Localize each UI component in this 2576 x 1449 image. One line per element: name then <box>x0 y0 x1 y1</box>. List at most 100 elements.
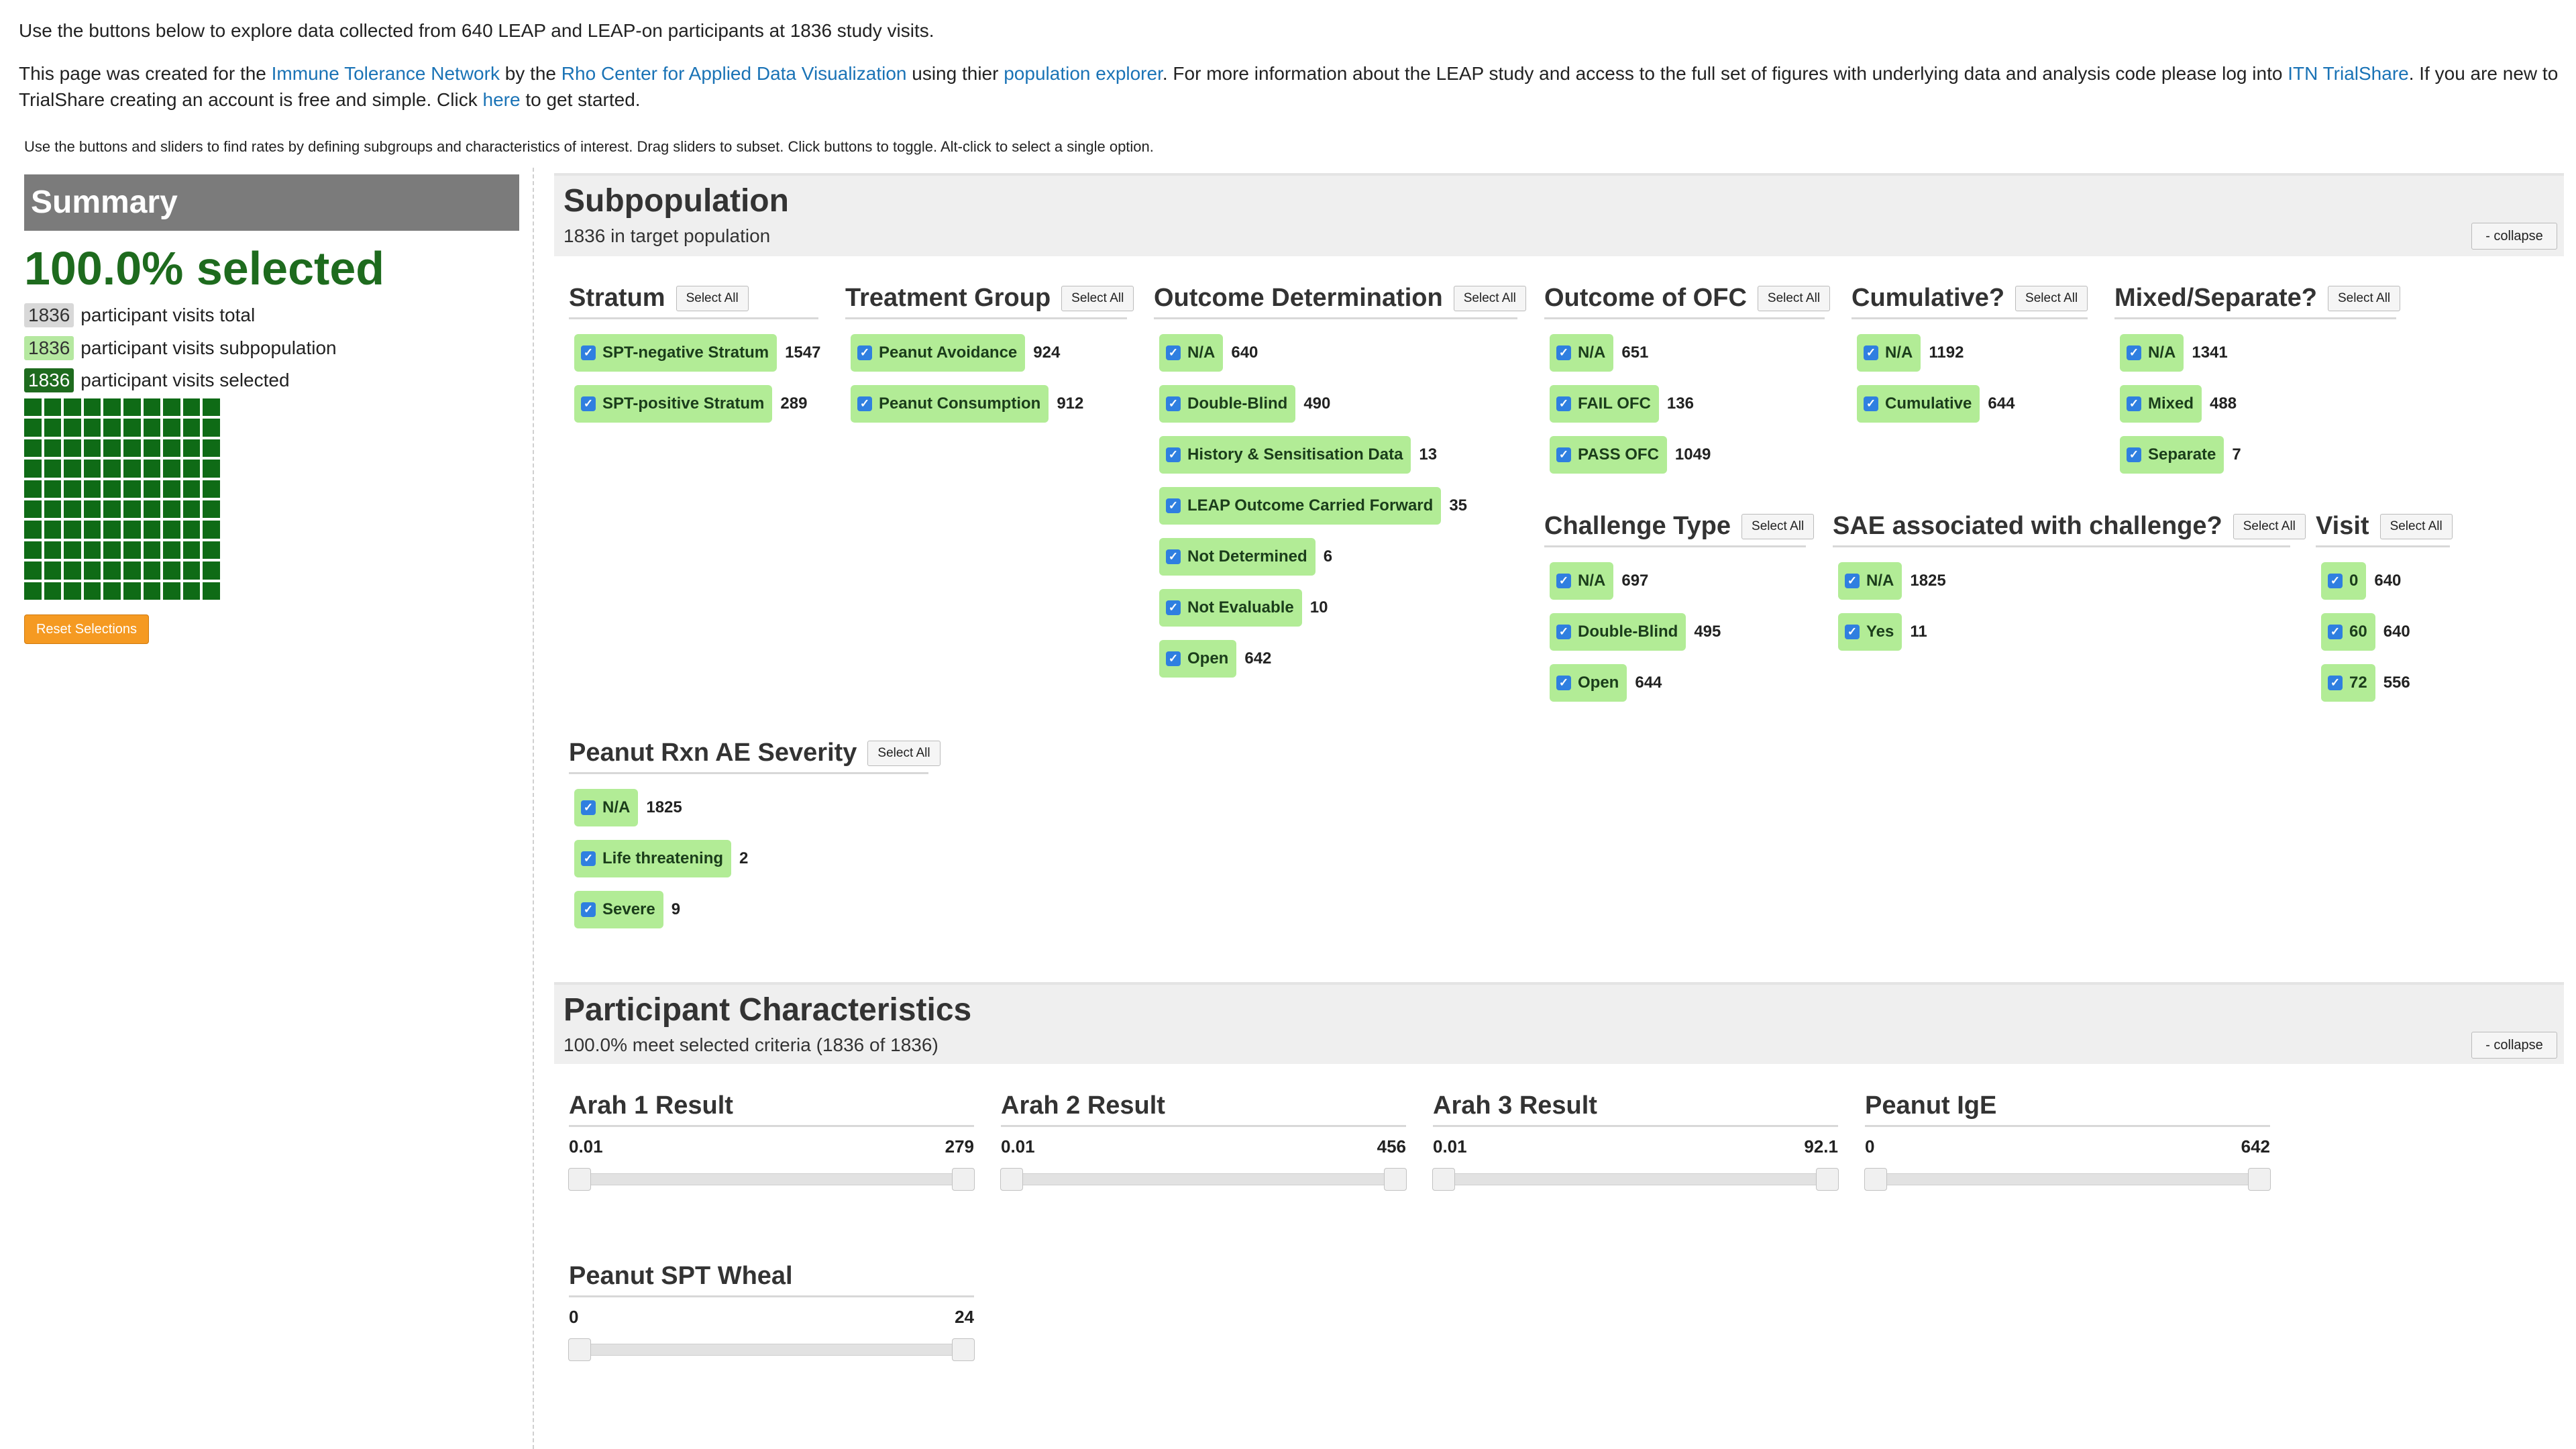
slider-max-value: 279 <box>945 1136 974 1157</box>
select-all-button[interactable]: Select All <box>2379 513 2453 539</box>
checkbox-checked-icon[interactable]: ✓ <box>581 396 596 411</box>
checkbox-checked-icon[interactable]: ✓ <box>1864 396 1878 411</box>
option-toggle-not-determined[interactable]: ✓ Not Determined <box>1159 538 1316 576</box>
checkbox-checked-icon[interactable]: ✓ <box>2127 396 2141 411</box>
select-all-button[interactable]: Select All <box>2015 285 2088 311</box>
option-toggle-n-a[interactable]: ✓ N/A <box>1838 562 1902 600</box>
option-toggle-peanut-avoidance[interactable]: ✓ Peanut Avoidance <box>851 334 1026 372</box>
select-all-button[interactable]: Select All <box>1453 285 1526 311</box>
option-toggle-peanut-consumption[interactable]: ✓ Peanut Consumption <box>851 385 1049 423</box>
waffle-cell <box>123 582 141 600</box>
select-all-button[interactable]: Select All <box>2328 285 2401 311</box>
option-toggle-open[interactable]: ✓ Open <box>1550 664 1627 702</box>
option-toggle-fail-ofc[interactable]: ✓ FAIL OFC <box>1550 385 1659 423</box>
option-toggle-spt-positive-stratum[interactable]: ✓ SPT-positive Stratum <box>574 385 773 423</box>
option-toggle-cumulative[interactable]: ✓ Cumulative <box>1857 385 1980 423</box>
select-all-button[interactable]: Select All <box>1061 285 1134 311</box>
option-toggle-n-a[interactable]: ✓ N/A <box>1857 334 1921 372</box>
subpopulation-collapse-button[interactable]: - collapse <box>2471 223 2557 250</box>
option-label: PASS OFC <box>1578 445 1659 464</box>
checkbox-checked-icon[interactable]: ✓ <box>581 800 596 815</box>
total-label: participant visits total <box>80 305 256 325</box>
slider-max-handle[interactable] <box>952 1168 975 1191</box>
option-toggle-life-threatening[interactable]: ✓ Life threatening <box>574 840 732 877</box>
checkbox-checked-icon[interactable]: ✓ <box>2127 345 2141 360</box>
link-population-explorer[interactable]: population explorer <box>1004 63 1163 84</box>
checkbox-checked-icon[interactable]: ✓ <box>1845 574 1860 588</box>
option-label: Open <box>1578 674 1619 692</box>
link-rho-center[interactable]: Rho Center for Applied Data Visualizatio… <box>561 63 907 84</box>
link-here[interactable]: here <box>483 89 521 110</box>
select-all-button[interactable]: Select All <box>2233 513 2306 539</box>
select-all-button[interactable]: Select All <box>1741 513 1815 539</box>
option-toggle-yes[interactable]: ✓ Yes <box>1838 613 1902 651</box>
slider-track[interactable] <box>568 1168 975 1191</box>
option-toggle-separate[interactable]: ✓ Separate <box>2120 436 2224 474</box>
slider-track[interactable] <box>568 1338 975 1361</box>
checkbox-checked-icon[interactable]: ✓ <box>581 345 596 360</box>
slider-max-handle[interactable] <box>1384 1168 1407 1191</box>
slider-track[interactable] <box>1000 1168 1407 1191</box>
checkbox-checked-icon[interactable]: ✓ <box>1166 651 1181 666</box>
option-toggle-mixed[interactable]: ✓ Mixed <box>2120 385 2202 423</box>
select-all-button[interactable]: Select All <box>676 285 749 311</box>
checkbox-checked-icon[interactable]: ✓ <box>2328 574 2343 588</box>
checkbox-checked-icon[interactable]: ✓ <box>1166 549 1181 564</box>
option-toggle-n-a[interactable]: ✓ N/A <box>1159 334 1224 372</box>
checkbox-checked-icon[interactable]: ✓ <box>1864 345 1878 360</box>
slider-max-handle[interactable] <box>952 1338 975 1361</box>
slider-track[interactable] <box>1864 1168 2271 1191</box>
checkbox-checked-icon[interactable]: ✓ <box>857 345 872 360</box>
option-toggle-n-a[interactable]: ✓ N/A <box>1550 562 1614 600</box>
slider-min-handle[interactable] <box>568 1338 591 1361</box>
slider-min-handle[interactable] <box>1864 1168 1887 1191</box>
slider-max-handle[interactable] <box>2248 1168 2271 1191</box>
option-toggle-double-blind[interactable]: ✓ Double-Blind <box>1159 385 1296 423</box>
checkbox-checked-icon[interactable]: ✓ <box>581 902 596 917</box>
option-toggle-n-a[interactable]: ✓ N/A <box>2120 334 2184 372</box>
option-toggle-leap-outcome-carried-forward[interactable]: ✓ LEAP Outcome Carried Forward <box>1159 487 1442 525</box>
link-immune-tolerance-network[interactable]: Immune Tolerance Network <box>272 63 500 84</box>
checkbox-checked-icon[interactable]: ✓ <box>1166 345 1181 360</box>
option-toggle-n-a[interactable]: ✓ N/A <box>574 789 639 826</box>
checkbox-checked-icon[interactable]: ✓ <box>857 396 872 411</box>
option-toggle-history-sensitisation-data[interactable]: ✓ History & Sensitisation Data <box>1159 436 1411 474</box>
characteristics-collapse-button[interactable]: - collapse <box>2471 1032 2557 1059</box>
checkbox-checked-icon[interactable]: ✓ <box>1556 396 1571 411</box>
option-toggle-double-blind[interactable]: ✓ Double-Blind <box>1550 613 1686 651</box>
checkbox-checked-icon[interactable]: ✓ <box>581 851 596 866</box>
option-toggle-open[interactable]: ✓ Open <box>1159 640 1237 678</box>
option-toggle-n-a[interactable]: ✓ N/A <box>1550 334 1614 372</box>
checkbox-checked-icon[interactable]: ✓ <box>1556 676 1571 690</box>
select-all-button[interactable]: Select All <box>1757 285 1831 311</box>
option-toggle-severe[interactable]: ✓ Severe <box>574 891 663 928</box>
slider-max-handle[interactable] <box>1816 1168 1839 1191</box>
checkbox-checked-icon[interactable]: ✓ <box>1845 625 1860 639</box>
checkbox-checked-icon[interactable]: ✓ <box>2328 676 2343 690</box>
checkbox-checked-icon[interactable]: ✓ <box>2127 447 2141 462</box>
checkbox-checked-icon[interactable]: ✓ <box>1556 574 1571 588</box>
checkbox-checked-icon[interactable]: ✓ <box>1556 625 1571 639</box>
checkbox-checked-icon[interactable]: ✓ <box>1556 345 1571 360</box>
reset-selections-button[interactable]: Reset Selections <box>24 614 149 644</box>
link-itn-trialshare[interactable]: ITN TrialShare <box>2288 63 2409 84</box>
checkbox-checked-icon[interactable]: ✓ <box>1166 498 1181 513</box>
checkbox-checked-icon[interactable]: ✓ <box>1556 447 1571 462</box>
slider-track[interactable] <box>1432 1168 1839 1191</box>
checkbox-checked-icon[interactable]: ✓ <box>2328 625 2343 639</box>
option-toggle-pass-ofc[interactable]: ✓ PASS OFC <box>1550 436 1667 474</box>
option-toggle-0[interactable]: ✓ 0 <box>2321 562 2367 600</box>
waffle-cell <box>83 521 101 539</box>
filter-option-row: ✓ N/A 1825 <box>1838 562 1946 600</box>
checkbox-checked-icon[interactable]: ✓ <box>1166 396 1181 411</box>
option-toggle-spt-negative-stratum[interactable]: ✓ SPT-negative Stratum <box>574 334 777 372</box>
slider-min-handle[interactable] <box>1432 1168 1455 1191</box>
select-all-button[interactable]: Select All <box>867 740 941 766</box>
checkbox-checked-icon[interactable]: ✓ <box>1166 600 1181 615</box>
checkbox-checked-icon[interactable]: ✓ <box>1166 447 1181 462</box>
option-toggle-not-evaluable[interactable]: ✓ Not Evaluable <box>1159 589 1302 627</box>
option-toggle-60[interactable]: ✓ 60 <box>2321 613 2375 651</box>
slider-min-handle[interactable] <box>568 1168 591 1191</box>
slider-min-handle[interactable] <box>1000 1168 1023 1191</box>
option-toggle-72[interactable]: ✓ 72 <box>2321 664 2375 702</box>
